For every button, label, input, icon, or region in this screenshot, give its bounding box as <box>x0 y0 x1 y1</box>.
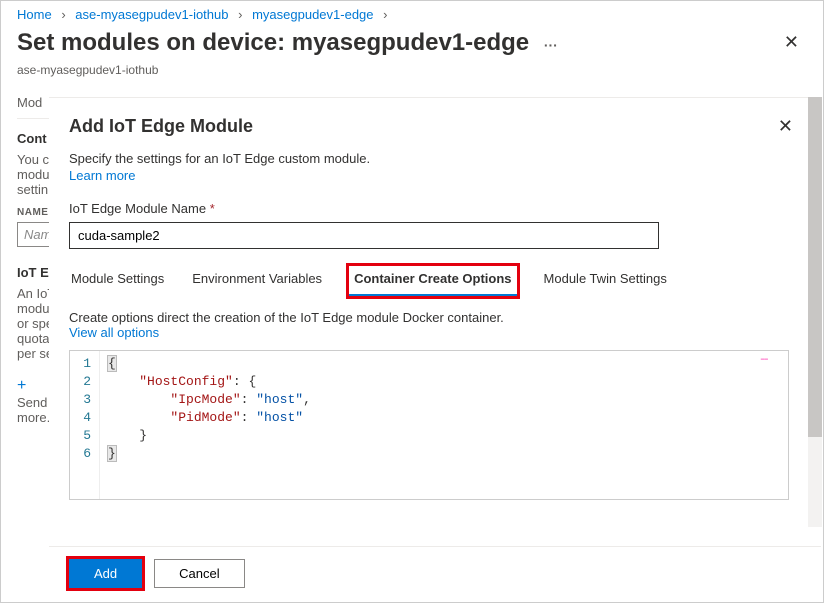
panel-title: Add IoT Edge Module <box>69 116 253 137</box>
tab-env-variables[interactable]: Environment Variables <box>190 265 324 297</box>
editor-minimap: ▬▬ <box>761 355 768 362</box>
breadcrumb: Home › ase-myasegpudev1-iothub › myasegp… <box>1 1 823 24</box>
more-icon[interactable]: ··· <box>544 37 558 53</box>
breadcrumb-iothub[interactable]: ase-myasegpudev1-iothub <box>75 7 228 22</box>
panel-desc: Specify the settings for an IoT Edge cus… <box>69 151 801 166</box>
cancel-button[interactable]: Cancel <box>154 559 244 588</box>
learn-more-link[interactable]: Learn more <box>69 168 801 183</box>
page-subtitle: ase-myasegpudev1-iothub <box>1 63 823 87</box>
view-all-options-link[interactable]: View all options <box>69 325 801 340</box>
breadcrumb-home[interactable]: Home <box>17 7 52 22</box>
panel-tabs: Module Settings Environment Variables Co… <box>69 265 801 298</box>
module-name-input[interactable] <box>69 222 659 249</box>
breadcrumb-edge[interactable]: myasegpudev1-edge <box>252 7 373 22</box>
add-button[interactable]: Add <box>69 559 142 588</box>
page-header: Set modules on device: myasegpudev1-edge… <box>1 24 823 63</box>
tab-container-create-options[interactable]: Container Create Options <box>348 265 517 297</box>
scrollbar-thumb[interactable] <box>808 97 822 437</box>
editor-gutter: 1 2 3 4 5 6 <box>70 351 100 499</box>
scrollbar[interactable] <box>808 97 822 527</box>
chevron-right-icon: › <box>383 7 387 22</box>
tab-module-twin-settings[interactable]: Module Twin Settings <box>542 265 669 297</box>
chevron-right-icon: › <box>61 7 65 22</box>
add-module-panel: Add IoT Edge Module ✕ Specify the settin… <box>49 97 821 600</box>
editor-body[interactable]: { "HostConfig": { "IpcMode": "host", "Pi… <box>100 351 788 499</box>
tab-module-settings[interactable]: Module Settings <box>69 265 166 297</box>
module-name-label: IoT Edge Module Name * <box>69 201 801 216</box>
create-options-desc: Create options direct the creation of th… <box>69 310 801 325</box>
close-icon[interactable]: ✕ <box>776 28 807 57</box>
json-editor[interactable]: 1 2 3 4 5 6 { "HostConfig": { "IpcMode":… <box>69 350 789 500</box>
plus-icon: + <box>17 377 26 394</box>
page-title: Set modules on device: myasegpudev1-edge… <box>17 29 558 57</box>
panel-footer: Add Cancel <box>49 546 821 600</box>
panel-close-icon[interactable]: ✕ <box>770 112 801 141</box>
chevron-right-icon: › <box>238 7 242 22</box>
